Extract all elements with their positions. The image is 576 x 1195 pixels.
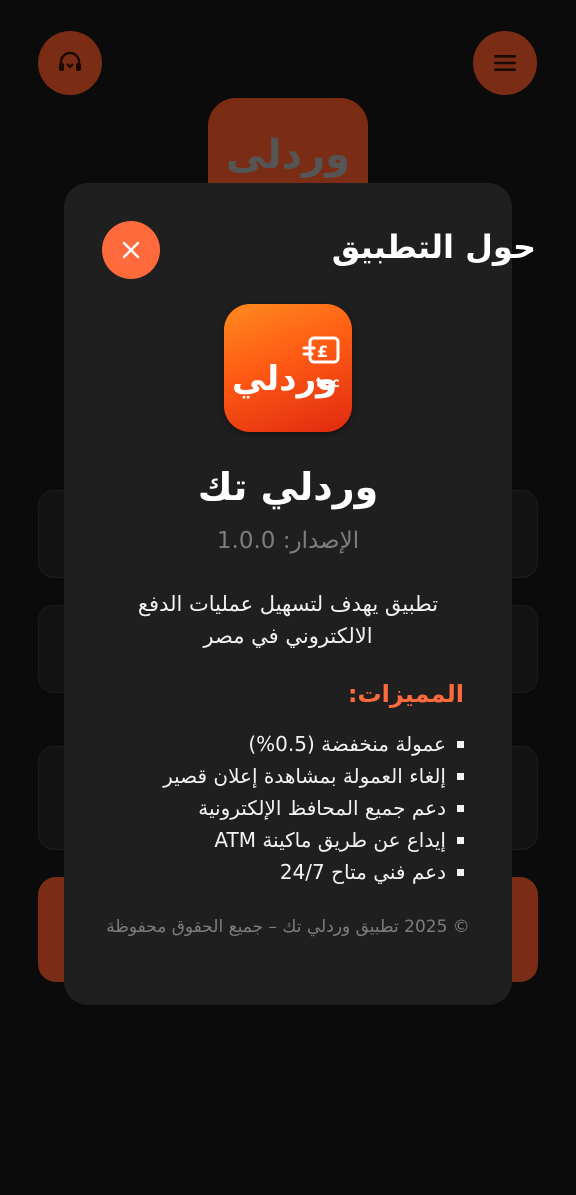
close-button[interactable] (102, 221, 160, 279)
feature-item-ad-waive: إلغاء العمولة بمشاهدة إعلان قصير (104, 760, 464, 792)
feature-item-low-fee: عمولة منخفضة (0.5%) (104, 728, 464, 760)
copyright-text: © 2025 تطبيق وردلي تك – جميع الحقوق محفو… (106, 917, 470, 937)
app-icon-sub-text: tec (316, 376, 341, 391)
app-version: الإصدار: 1.0.0 (216, 528, 360, 554)
app-icon: £ وردلي tec (224, 304, 352, 432)
features-list: عمولة منخفضة (0.5%) إلغاء العمولة بمشاهد… (104, 728, 464, 888)
hamburger-menu-icon (494, 55, 516, 71)
app-name: وردلي تك (197, 465, 379, 509)
feature-item-atm: إيداع عن طريق ماكينة ATM (104, 824, 464, 856)
menu-button[interactable] (473, 31, 537, 95)
close-icon (122, 241, 140, 259)
features-heading: المميزات: (347, 680, 464, 708)
app-description: تطبيق يهدف لتسهيل عمليات الدفع الالكترون… (137, 592, 439, 648)
headset-icon (59, 51, 81, 71)
feature-item-wallets: دعم جميع المحافظ الإلكترونية (104, 792, 464, 824)
support-button[interactable] (38, 31, 102, 95)
feature-item-support: دعم فني متاح 24/7 (104, 856, 464, 888)
dialog-title: حول التطبيق (331, 228, 536, 266)
background-logo-text: وردلى (226, 132, 350, 178)
